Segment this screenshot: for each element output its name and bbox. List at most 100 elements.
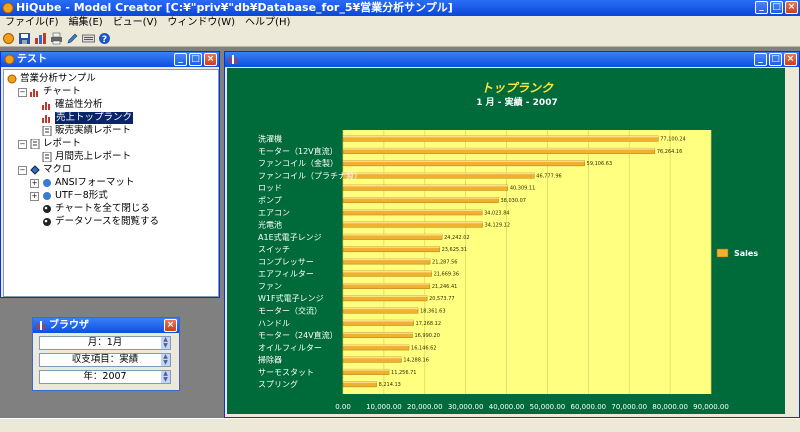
chart-window-title-bar[interactable]: _ □ ×: [225, 52, 799, 67]
bar-highlight: [343, 184, 508, 187]
chart-subtitle: 1 月 - 実績 - 2007: [476, 96, 557, 108]
month-filter-combo[interactable]: 月：1月 ▲ ▼: [39, 336, 171, 350]
bar-value-label: 21,246.41: [432, 284, 457, 290]
bar-value-label: 21,669.36: [434, 272, 459, 278]
x-tick-label: 90,000.00: [693, 403, 729, 411]
maximize-button[interactable]: □: [189, 53, 202, 66]
bar-chart-icon: [42, 102, 50, 110]
x-tick-label: 60,000.00: [571, 403, 607, 411]
macro-folder-icon: [30, 165, 40, 175]
menu-help[interactable]: ヘルプ(H): [240, 16, 295, 30]
bar-value-label: 38,030.07: [501, 198, 526, 204]
category-label: 掃除器: [258, 355, 282, 365]
spinner-arrows-icon[interactable]: ▲ ▼: [161, 354, 170, 366]
bar-value-label: 20,573.77: [429, 296, 454, 302]
tree-node-profitability-chart[interactable]: 確益性分析: [42, 99, 103, 111]
tree-node-label: 営業分析サンプル: [20, 73, 96, 84]
menu-window[interactable]: ウィンドウ(W): [162, 16, 240, 30]
category-label: ファン: [258, 282, 282, 291]
expand-toggle[interactable]: +: [30, 191, 39, 201]
record-icon[interactable]: [2, 32, 15, 45]
x-tick-label: 20,000.00: [407, 403, 443, 411]
print-icon[interactable]: [50, 32, 63, 45]
expand-toggle[interactable]: +: [30, 178, 39, 188]
collapse-toggle[interactable]: −: [18, 165, 27, 175]
bar-value-label: 16,146.62: [411, 345, 436, 351]
bar-value-label: 40,309.11: [510, 186, 535, 192]
bar-value-label: 59,106.63: [587, 161, 612, 167]
status-bar: [0, 418, 800, 432]
window-title: HiQube - Model Creator [C:¥"priv¥"db¥Dat…: [16, 1, 453, 14]
tree-node-top-rank-chart[interactable]: 売上トップランク: [42, 112, 134, 124]
maximize-button[interactable]: □: [769, 53, 782, 66]
tree-node-label: 売上トップランク: [55, 112, 134, 124]
top-rank-bar-chart: トップランク 1 月 - 実績 - 2007 0.00 10,000.00 20,0…: [258, 81, 758, 411]
x-tick-label: 10,000.00: [366, 403, 402, 411]
bar-highlight: [343, 270, 432, 273]
bar-value-label: 18,361.63: [420, 309, 445, 315]
tree-window: テスト _ □ × 営業分析サンプル − チャート 確益性分析 売上トップランク…: [0, 51, 220, 298]
category-label: エアコン: [258, 208, 290, 217]
browser-filters: 月：1月 ▲ ▼ 収支項目：実績 ▲ ▼ 年：2007 ▲ ▼: [35, 334, 177, 388]
bar-highlight: [343, 320, 414, 322]
bar-highlight: [343, 258, 431, 261]
tree-node-browse-datasource[interactable]: データソースを閲覧する: [42, 216, 159, 228]
bar-highlight: [343, 307, 419, 310]
tree-window-title-bar[interactable]: テスト _ □ ×: [1, 52, 219, 67]
bar-highlight: [343, 356, 402, 359]
tree-node-root[interactable]: 営業分析サンプル: [7, 73, 96, 85]
tree-node-charts[interactable]: − チャート: [18, 86, 81, 98]
minimize-button[interactable]: _: [755, 1, 768, 14]
category-label: W1F式電子レンジ: [258, 293, 324, 303]
tree-node-close-all-charts[interactable]: チャートを全て閉じる: [42, 203, 150, 215]
tree-node-reports[interactable]: − レポート: [18, 138, 81, 150]
close-button[interactable]: ×: [784, 53, 797, 66]
collapse-toggle[interactable]: −: [18, 87, 27, 97]
category-label: ポンプ: [258, 196, 282, 205]
bar-highlight: [343, 332, 413, 334]
minimize-button[interactable]: _: [174, 53, 187, 66]
category-label: モーター（24V直流）: [258, 330, 338, 340]
bar-value-label: 76,264.16: [657, 149, 682, 155]
edit-icon[interactable]: [66, 32, 79, 45]
account-filter-combo[interactable]: 収支項目：実績 ▲ ▼: [39, 353, 171, 367]
menu-file[interactable]: ファイル(F): [0, 16, 64, 30]
spinner-arrows-icon[interactable]: ▲ ▼: [161, 371, 170, 383]
bar-highlight: [343, 369, 390, 371]
spinner-arrows-icon[interactable]: ▲ ▼: [161, 337, 170, 349]
bar-highlight: [343, 246, 440, 248]
x-tick-label: 70,000.00: [611, 403, 647, 411]
tree-node-utf8-format[interactable]: + UTF－8形式: [30, 190, 108, 202]
save-icon[interactable]: [18, 32, 31, 45]
maximize-button[interactable]: □: [770, 1, 783, 14]
format-icon: [43, 192, 51, 200]
year-filter-combo[interactable]: 年：2007 ▲ ▼: [39, 370, 171, 384]
menu-view[interactable]: ビュー(V): [108, 16, 163, 30]
close-button[interactable]: ×: [204, 53, 217, 66]
model-icon[interactable]: [34, 32, 47, 45]
category-label: ファンコイル（プラチナ製）: [258, 170, 362, 180]
tree-node-sales-report[interactable]: 販売実績レポート: [42, 125, 131, 137]
keyboard-icon[interactable]: [82, 32, 95, 45]
bar-value-label: 77,100.24: [660, 137, 685, 143]
bar-highlight: [343, 221, 483, 224]
category-label: スイッチ: [258, 245, 290, 254]
menu-edit[interactable]: 編集(E): [64, 16, 108, 30]
tree-node-ansi-format[interactable]: + ANSIフォーマット: [30, 177, 134, 189]
collapse-toggle[interactable]: −: [18, 139, 27, 149]
tree-node-macros[interactable]: − マクロ: [18, 164, 72, 176]
category-label: A1E式電子レンジ: [258, 232, 322, 242]
browser-window-title-bar[interactable]: ブラウザ ×: [33, 318, 179, 333]
tree-window-title: テスト: [17, 54, 47, 65]
bar-highlight: [343, 160, 585, 162]
tree-node-label: 販売実績レポート: [55, 125, 132, 136]
minimize-button[interactable]: _: [754, 53, 767, 66]
close-button[interactable]: ×: [785, 1, 798, 14]
bar-value-label: 16,990.20: [414, 333, 439, 339]
bar-highlight: [343, 381, 377, 383]
tree-node-monthly-report[interactable]: 月間売上レポート: [42, 151, 131, 163]
help-icon[interactable]: ?: [98, 32, 111, 45]
category-label: モーター（12V直流）: [258, 146, 338, 156]
close-button[interactable]: ×: [164, 319, 177, 332]
bar-highlight: [343, 344, 410, 347]
